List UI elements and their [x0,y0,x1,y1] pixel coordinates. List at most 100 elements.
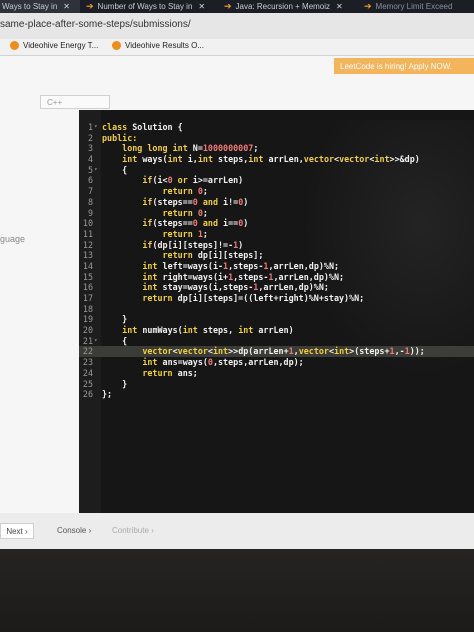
code-line[interactable]: 23 int ans=ways(0,steps,arrLen,dp); [79,357,474,368]
bookmark-icon [10,41,19,50]
code-line[interactable]: 20 int numWays(int steps, int arrLen) [79,325,474,336]
code-line[interactable]: 12 if(dp[i][steps]!=-1) [79,240,474,251]
code-line[interactable]: 5 ▾ { [79,165,474,176]
code-line[interactable]: 3 long long int N=1000000007; [79,143,474,154]
browser-tab[interactable]: ➔ Memory Limit Exceed [360,0,474,13]
code-text: return ans; [142,367,198,378]
code-text: if(i<0 or i>=arrLen) [142,175,244,186]
code-line[interactable]: 6 if(i<0 or i>=arrLen) [79,175,474,186]
next-button-label: Next [6,526,23,536]
code-line[interactable]: 21 ▾ { [79,336,474,347]
line-number: 6 [87,175,93,186]
desk-background [0,549,474,632]
leetcode-icon: ➔ [224,1,232,11]
url-text[interactable]: same-place-after-some-steps/submissions/ [0,19,191,30]
bookmark-label: Videohive Results O... [125,41,205,50]
close-icon[interactable]: ✕ [63,2,70,11]
line-number: 12 [82,239,93,250]
browser-tab[interactable]: ➔ Java: Recursion + Memoiz ✕ [220,0,359,13]
code-line[interactable]: 24 return ans; [79,368,474,379]
tab-label: Number of Ways to Stay in [97,2,193,11]
line-number: 9 [87,207,93,218]
code-text: return 0; [162,207,208,218]
code-line[interactable]: 1 ▾ class Solution { [79,122,474,133]
line-number: 18 [82,303,93,314]
line-number: 17 [82,293,93,303]
code-text: int ans=ways(0,steps,arrLen,dp); [142,357,304,368]
code-line[interactable]: 22 vector<vector<int>>dp(arrLen+1,vector… [79,346,474,358]
line-number: 22 [82,346,93,357]
code-text: long long int N=1000000007; [122,143,259,154]
console-label: Console [57,526,87,535]
language-value: C++ [47,97,63,107]
line-number: 1 [87,122,93,132]
code-text: return 0; [162,186,208,197]
console-button[interactable]: Console › [57,526,91,535]
line-number: 5 [87,164,93,175]
code-text: }; [102,389,113,400]
code-text: int right=ways(i+1,steps-1,arrLen,dp)%N; [142,271,345,282]
line-number: 8 [87,196,93,207]
code-text: if(dp[i][steps]!=-1) [142,239,244,250]
code-line[interactable]: 17 return dp[i][steps]=((left+right)%N+s… [79,293,474,304]
code-line[interactable]: 19 } [79,314,474,325]
language-side-label: guage [0,234,26,244]
tab-label: Java: Recursion + Memoiz [235,2,331,11]
line-number: 4 [87,154,93,165]
line-number: 3 [87,143,93,154]
fold-arrow-icon[interactable]: ▾ [94,165,98,176]
browser-tab[interactable]: ➔ Number of Ways to Stay in ✕ [82,0,218,13]
code-text: public: [102,132,138,143]
line-number: 15 [82,271,93,282]
code-line[interactable]: 9 return 0; [79,208,474,219]
language-select[interactable]: C++ [40,95,110,109]
line-number: 24 [82,367,93,378]
fold-arrow-icon[interactable]: ▾ [94,336,98,347]
code-text: return dp[i][steps]; [162,250,264,261]
code-line[interactable]: 8 if(steps==0 and i!=0) [79,197,474,208]
leetcode-icon: ➔ [86,1,94,11]
line-number: 19 [82,314,93,325]
leetcode-icon: ➔ [364,1,372,11]
code-line[interactable]: 4 int ways(int i,int steps,int arrLen,ve… [79,154,474,165]
code-line[interactable]: 14 int left=ways(i-1,steps-1,arrLen,dp)%… [79,261,474,272]
code-text: int left=ways(i-1,steps-1,arrLen,dp)%N; [142,260,340,271]
line-number: 25 [82,378,93,389]
line-number: 23 [82,357,93,368]
code-text: int numWays(int steps, int arrLen) [122,325,294,336]
hiring-banner[interactable]: LeetCode is hiring! Apply NOW. [334,58,474,74]
code-text: int ways(int i,int steps,int arrLen,vect… [122,154,420,165]
code-line[interactable]: 11 return 1; [79,229,474,240]
close-icon[interactable]: ✕ [336,2,343,11]
code-line[interactable]: 15 int right=ways(i+1,steps-1,arrLen,dp)… [79,272,474,283]
line-number: 16 [82,282,93,293]
address-bar[interactable]: same-place-after-some-steps/submissions/ [0,13,474,40]
bookmark-item[interactable]: Videohive Energy T... [10,41,98,50]
bookmark-item[interactable]: Videohive Results O... [112,41,204,50]
line-number: 13 [82,250,93,261]
code-text: return 1; [162,228,208,239]
code-area[interactable]: 1 ▾ class Solution {2 public: 3 long long in… [79,122,474,400]
contribute-label: Contribute [112,526,149,535]
code-text: } [102,378,128,389]
code-editor[interactable]: 1 ▾ class Solution {2 public: 3 long long in… [79,110,474,513]
code-line[interactable]: 2 public: [79,133,474,144]
code-line[interactable]: 18 [79,304,474,315]
browser-tab[interactable]: Ways to Stay in ✕ [0,0,80,13]
code-line[interactable]: 16 int stay=ways(i,steps-1,arrLen,dp)%N; [79,282,474,293]
code-text: return dp[i][steps]=((left+right)%N+stay… [142,293,365,303]
code-line[interactable]: 7 return 0; [79,186,474,197]
fold-arrow-icon[interactable]: ▾ [94,122,98,133]
line-number: 14 [82,260,93,271]
code-line[interactable]: 10 if(steps==0 and i==0) [79,218,474,229]
contribute-button[interactable]: Contribute › [112,526,154,535]
close-icon[interactable]: ✕ [198,2,205,11]
code-text: class Solution { [102,122,183,132]
bookmarks-bar: Videohive Energy T... Videohive Results … [0,39,474,56]
code-text: if(steps==0 and i!=0) [142,196,249,207]
code-line[interactable]: 13 return dp[i][steps]; [79,250,474,261]
next-button[interactable]: Next › [0,523,34,539]
line-number: 20 [82,325,93,336]
code-line[interactable]: 26}; [79,389,474,400]
code-line[interactable]: 25 } [79,379,474,390]
